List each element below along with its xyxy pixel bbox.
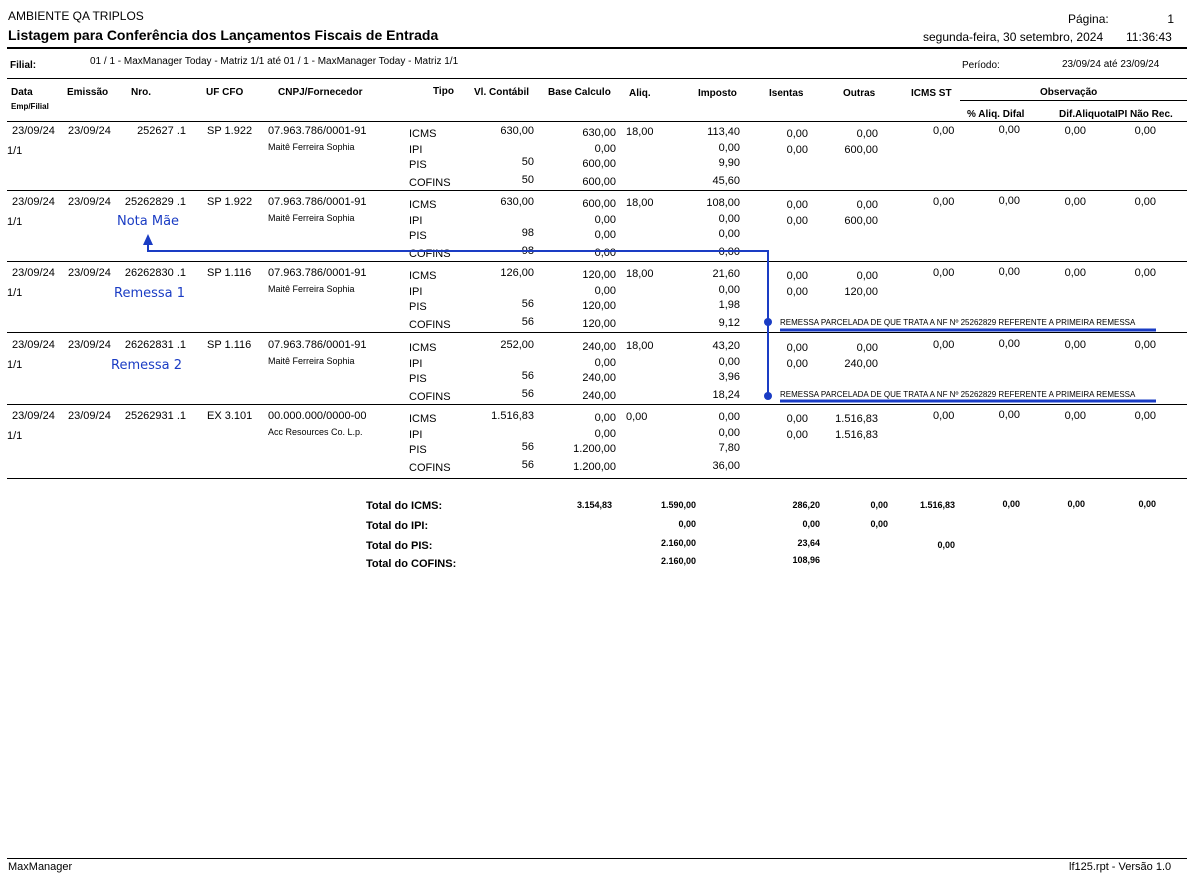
annotation-dot-2: [764, 392, 772, 400]
totals-divider: [7, 478, 1187, 479]
total-cofins-label: Total do COFINS:: [366, 558, 457, 570]
total-icms-isentas: 0,00: [870, 500, 888, 510]
annotation-arrows: [143, 234, 1156, 403]
total-icms-dif-aliq: 0,00: [1067, 499, 1085, 509]
total-pis-imposto: 23,64: [797, 538, 820, 548]
total-icms-vl: 3.154,83: [576, 500, 612, 510]
footer-divider: [7, 858, 1187, 859]
total-pis-label: Total do PIS:: [366, 540, 433, 552]
total-icms-base: 1.590,00: [660, 500, 696, 510]
total-cofins-base: 2.160,00: [660, 556, 696, 566]
total-icms-difal: 0,00: [1002, 499, 1020, 509]
footer-report-version: lf125.rpt - Versão 1.0: [1069, 861, 1172, 873]
total-icms-label: Total do ICMS:: [366, 500, 443, 512]
total-icms-imposto: 286,20: [792, 500, 820, 510]
total-ipi-base: 0,00: [678, 519, 696, 529]
total-ipi-label: Total do IPI:: [366, 520, 429, 532]
total-ipi-isentas: 0,00: [870, 519, 888, 529]
total-icms-outras: 1.516,83: [919, 500, 955, 510]
total-icms-ipi-nao-rec: 0,00: [1138, 499, 1156, 509]
annotation-link-line: [147, 245, 769, 396]
total-pis-outras: 0,00: [937, 540, 955, 550]
footer-app-name: MaxManager: [8, 861, 73, 873]
total-pis-base: 2.160,00: [660, 538, 696, 548]
total-cofins-imposto: 108,96: [792, 555, 820, 565]
total-ipi-imposto: 0,00: [802, 519, 820, 529]
annotation-arrowhead: [143, 234, 153, 245]
annotation-dot-1: [764, 318, 772, 326]
